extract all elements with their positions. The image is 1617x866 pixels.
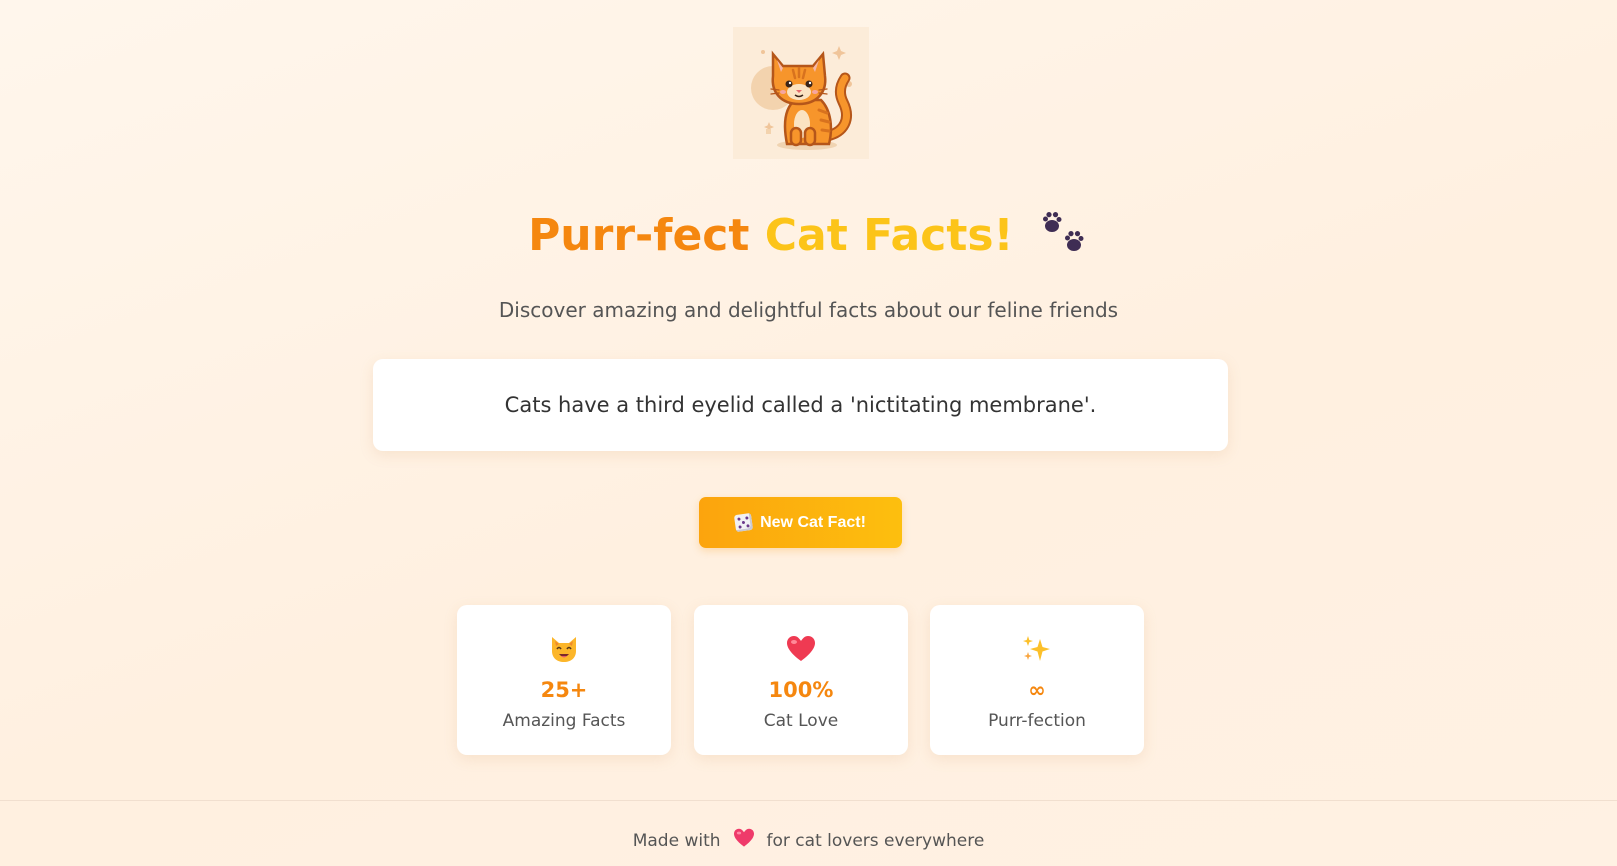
stat-card-love: 100% Cat Love <box>694 605 908 755</box>
fact-card: Cats have a third eyelid called a 'nicti… <box>373 359 1228 451</box>
stat-value: 100% <box>768 678 834 702</box>
title-part-yellow: Cat Facts! <box>764 210 1014 261</box>
footer-divider <box>0 800 1617 801</box>
paw-prints-icon <box>1042 211 1089 265</box>
cat-illustration <box>751 46 852 150</box>
stat-card-facts: 25+ Amazing Facts <box>457 605 671 755</box>
footer-text-after: for cat lovers everywhere <box>766 830 985 851</box>
page-title: Purr-fect Cat Facts! <box>0 210 1617 265</box>
title-part-orange: Purr-fect <box>528 210 750 261</box>
stat-label: Amazing Facts <box>502 711 626 731</box>
footer-text-before: Made with <box>632 830 721 851</box>
fact-text: Cats have a third eyelid called a 'nicti… <box>504 393 1097 417</box>
heart-icon <box>733 828 755 853</box>
stat-value: ∞ <box>1028 678 1046 702</box>
footer: Made with for cat lovers everywhere <box>0 828 1617 853</box>
cat-logo <box>733 27 869 159</box>
new-cat-fact-label: New Cat Fact! <box>760 513 866 531</box>
stat-label: Purr-fection <box>988 711 1086 731</box>
heart-icon <box>694 635 908 665</box>
stat-label: Cat Love <box>763 711 839 731</box>
stat-card-perfection: ∞ Purr-fection <box>930 605 1144 755</box>
page-subtitle: Discover amazing and delightful facts ab… <box>498 298 1119 322</box>
sparkles-icon <box>930 635 1144 665</box>
new-cat-fact-button[interactable]: New Cat Fact! <box>699 497 902 548</box>
dice-icon <box>733 512 754 533</box>
cat-face-icon <box>457 635 671 665</box>
stat-value: 25+ <box>540 678 588 702</box>
